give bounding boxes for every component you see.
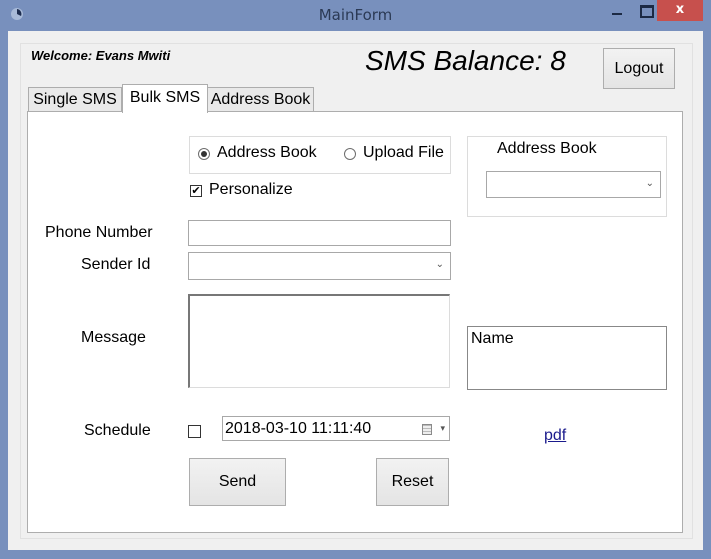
- sender-id-label: Sender Id: [81, 256, 151, 273]
- minimize-button[interactable]: [602, 0, 632, 21]
- source-radio-group: Address Book Upload File: [189, 136, 451, 174]
- name-list-box[interactable]: Name: [467, 326, 667, 390]
- sender-id-select[interactable]: ⌄: [188, 252, 451, 280]
- bulk-sms-panel: Address Book Upload File ✔ Personalize A…: [27, 111, 683, 533]
- tab-bulk-sms[interactable]: Bulk SMS: [122, 84, 208, 113]
- sms-balance-label: SMS Balance: 8: [365, 45, 566, 76]
- dropdown-arrow-icon[interactable]: ▾: [440, 423, 445, 434]
- checkmark-icon: ✔: [191, 185, 201, 197]
- send-button[interactable]: Send: [189, 458, 286, 506]
- radio-upload-file[interactable]: [344, 148, 356, 160]
- schedule-datetime-picker[interactable]: 2018-03-10 11:11:40 ▾: [222, 416, 450, 441]
- calendar-icon[interactable]: [422, 424, 432, 435]
- main-window: MainForm x Welcome: Evans Mwiti SMS Bala…: [0, 0, 711, 559]
- radio-address-book[interactable]: [198, 148, 210, 160]
- message-label: Message: [81, 329, 146, 346]
- form-client-area: Welcome: Evans Mwiti SMS Balance: 8 Logo…: [8, 31, 703, 550]
- chevron-down-icon: ⌄: [435, 259, 444, 270]
- address-book-select[interactable]: ⌄: [486, 171, 661, 198]
- personalize-checkbox[interactable]: ✔: [190, 185, 202, 197]
- chevron-down-icon: ⌄: [645, 177, 654, 189]
- pdf-link[interactable]: pdf: [544, 427, 566, 445]
- phone-number-input[interactable]: [188, 220, 451, 246]
- radio-address-book-label[interactable]: Address Book: [217, 144, 317, 162]
- schedule-checkbox[interactable]: [188, 425, 201, 438]
- personalize-label[interactable]: Personalize: [209, 181, 293, 199]
- radio-upload-file-label[interactable]: Upload File: [363, 144, 444, 162]
- logout-button[interactable]: Logout: [603, 48, 675, 89]
- reset-button[interactable]: Reset: [376, 458, 449, 506]
- maximize-button[interactable]: [631, 0, 659, 21]
- title-bar[interactable]: MainForm x: [0, 0, 711, 30]
- schedule-label: Schedule: [84, 422, 151, 439]
- schedule-datetime-value: 2018-03-10 11:11:40: [225, 420, 372, 437]
- tab-single-sms[interactable]: Single SMS: [28, 87, 122, 112]
- address-book-group-title: Address Book: [497, 140, 597, 157]
- message-textarea[interactable]: [188, 294, 450, 388]
- name-list-header: Name: [471, 330, 514, 347]
- address-book-group: Address Book ⌄: [467, 136, 667, 217]
- tab-address-book[interactable]: Address Book: [207, 87, 314, 112]
- phone-number-label: Phone Number: [45, 224, 153, 241]
- close-button[interactable]: x: [657, 0, 703, 21]
- close-icon: x: [675, 2, 685, 17]
- welcome-label: Welcome: Evans Mwiti: [31, 48, 171, 63]
